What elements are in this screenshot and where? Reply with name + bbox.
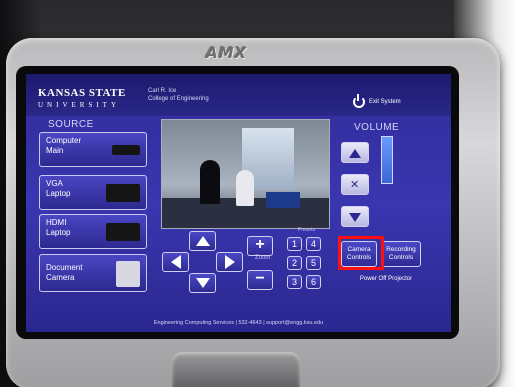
presets-label: Presets [298, 227, 315, 233]
mute-button[interactable]: ✕ [341, 174, 369, 195]
source-computer-main-button[interactable]: Computer Main [39, 132, 147, 167]
preset-1-button[interactable]: 1 [287, 237, 302, 251]
source-document-camera-button[interactable]: Document Camera [39, 254, 147, 292]
computer-icon [112, 145, 140, 155]
recording-controls-button[interactable]: Recording Controls [381, 241, 421, 267]
power-off-projector-button[interactable]: Power Off Projector [356, 276, 416, 283]
annotation-highlight-box [338, 236, 384, 270]
preset-3-button[interactable]: 3 [287, 275, 302, 289]
preset-4-button[interactable]: 4 [306, 237, 321, 251]
volume-level-bar [381, 136, 393, 184]
preset-6-button[interactable]: 6 [306, 275, 321, 289]
arrow-right-icon [224, 255, 235, 269]
zoom-in-button[interactable]: + [247, 236, 273, 256]
photo-scene: AMX KANSAS STATE UNIVERSITY Carl R. Ice … [0, 0, 514, 387]
mute-icon: ✕ [350, 178, 360, 191]
exit-system-button[interactable]: Exit System [353, 94, 401, 108]
preset-2-button[interactable]: 2 [287, 256, 302, 270]
power-icon [353, 94, 365, 108]
zoom-label: Zoom [255, 255, 271, 261]
pan-down-button[interactable] [189, 273, 216, 293]
pan-up-button[interactable] [189, 231, 216, 251]
source-hdmi-laptop-button[interactable]: HDMI Laptop [39, 214, 147, 249]
source-vga-laptop-button[interactable]: VGA Laptop [39, 175, 147, 210]
exit-system-label: Exit System [369, 99, 401, 105]
preset-5-button[interactable]: 5 [306, 256, 321, 270]
source-title: SOURCE [48, 119, 94, 130]
pan-left-button[interactable] [162, 252, 189, 272]
university-logo-line1: KANSAS STATE [38, 87, 126, 99]
vga-cable-icon [106, 184, 140, 202]
volume-down-icon [349, 212, 361, 222]
panel-handle [172, 352, 300, 387]
brand-logo: AMX [206, 44, 248, 62]
university-logo-line2: UNIVERSITY [38, 101, 120, 109]
department-line2: College of Engineering [148, 96, 209, 102]
volume-down-button[interactable] [341, 206, 369, 227]
pan-right-button[interactable] [216, 252, 243, 272]
camera-preview [161, 119, 330, 229]
hdmi-cable-icon [106, 223, 140, 241]
arrow-left-icon [170, 255, 181, 269]
document-camera-icon [116, 261, 140, 287]
footer-contact: Engineering Computing Services | 532-464… [153, 320, 324, 326]
arrow-up-icon [195, 236, 210, 246]
volume-title: VOLUME [354, 122, 400, 133]
volume-up-icon [349, 148, 361, 158]
volume-up-button[interactable] [341, 142, 369, 163]
zoom-out-button[interactable]: − [247, 270, 273, 290]
touch-screen: KANSAS STATE UNIVERSITY Carl R. Ice Coll… [26, 74, 451, 332]
arrow-down-icon [195, 278, 210, 288]
department-line1: Carl R. Ice [148, 88, 177, 94]
